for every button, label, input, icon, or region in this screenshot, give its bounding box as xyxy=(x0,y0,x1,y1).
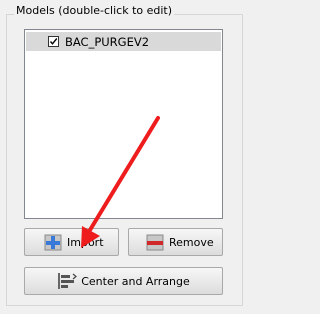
model-name: BAC_PURGEV2 xyxy=(65,34,150,49)
center-and-arrange-label: Center and Arrange xyxy=(81,274,190,288)
import-button[interactable]: Import xyxy=(24,228,119,256)
list-item[interactable]: BAC_PURGEV2 xyxy=(26,32,221,51)
minus-icon xyxy=(145,232,165,252)
center-and-arrange-button[interactable]: Center and Arrange xyxy=(24,267,223,295)
remove-label: Remove xyxy=(169,235,214,249)
models-list[interactable]: BAC_PURGEV2 xyxy=(24,29,223,219)
plus-icon xyxy=(43,232,63,252)
arrange-icon xyxy=(57,271,78,291)
models-group-title: Models (double-click to edit) xyxy=(14,4,175,18)
import-label: Import xyxy=(67,235,104,249)
remove-button[interactable]: Remove xyxy=(128,228,223,256)
check-icon xyxy=(49,38,58,45)
model-checkbox[interactable] xyxy=(48,36,59,47)
